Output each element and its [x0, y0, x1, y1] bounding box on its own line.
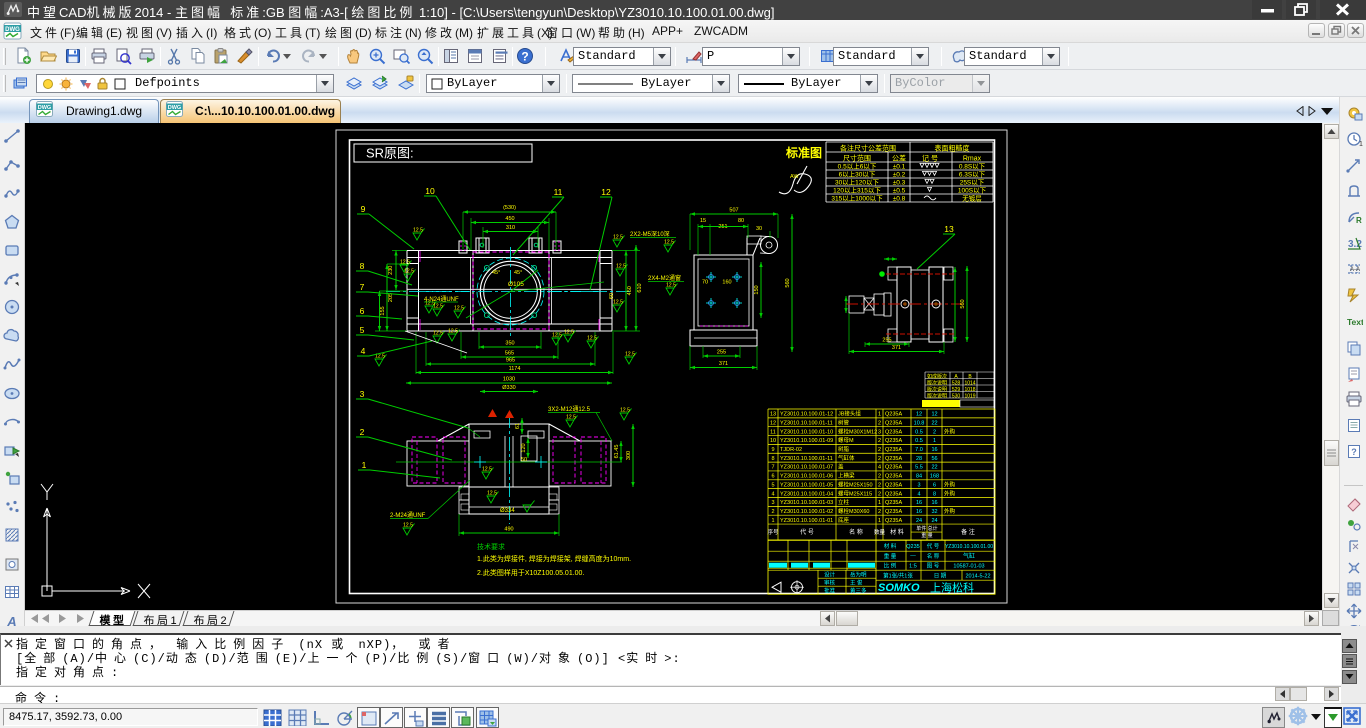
svg-text:?: ? [521, 50, 528, 64]
svg-text:?: ? [1351, 447, 1357, 457]
svg-text:A-A: A-A [1350, 267, 1360, 273]
svg-text:Text: Text [1347, 317, 1363, 327]
svg-text:R: R [1356, 216, 1362, 225]
svg-text:1: 1 [1359, 141, 1363, 148]
svg-text:DWG: DWG [168, 105, 181, 111]
svg-text:DWG: DWG [5, 27, 20, 33]
svg-text:DWG: DWG [38, 105, 51, 111]
